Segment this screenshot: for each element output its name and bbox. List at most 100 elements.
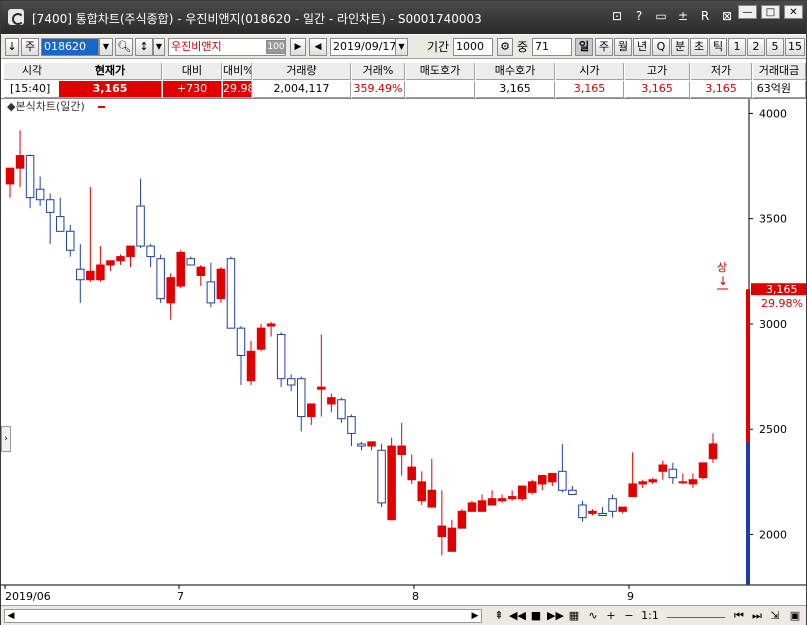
prev-button[interactable]: ◀ [309,38,327,56]
quote-value-turnover: 63억원 [753,81,806,98]
last-page-icon[interactable]: ⏭ [749,609,765,623]
chart-area[interactable]: 4000 3500 3000 2500 2000 2019/06 7 8 9 ◆본식차트(일간) 3… [1,99,806,606]
candle-body [527,481,537,493]
candle-body [166,277,175,304]
code-dropdown-icon[interactable]: ▼ [99,38,113,56]
scroll-left-icon[interactable]: ◀ [5,610,17,622]
candle-body [236,327,246,357]
candlestick-chart[interactable]: 4000 3500 3000 2500 2000 2019/06 7 8 9 ◆본식차트(일간) 3… [1,99,806,606]
date-dropdown-icon[interactable]: ▼ [395,38,408,56]
candle-body [15,155,25,169]
refresh-icon[interactable]: R [697,9,713,23]
horizontal-scrollbar[interactable]: ◀ ▶ [4,609,482,623]
app-window: [7400] 통합차트(주식종합) - 우진비앤지(018620 - 일간 - … [0,0,807,625]
candle-body [45,199,55,213]
candle-body [196,266,206,277]
candle-body [226,258,236,329]
market-type-button[interactable]: 주 [21,38,39,56]
ratio-label[interactable]: 1:1 [641,609,659,623]
cursor-icon[interactable]: ⇞ [491,609,507,623]
candle-body [126,245,135,258]
zoom-slider[interactable] [667,609,725,618]
candle-body [216,268,226,300]
next-button[interactable]: ▶ [290,38,306,56]
date-input[interactable]: 2019/09/17 [330,38,397,56]
maximize-button[interactable]: □ [761,5,780,19]
layout-icon[interactable]: ▦ [566,609,582,623]
pin-icon[interactable]: ⊡ [609,9,625,23]
export-icon[interactable]: ⇲ [767,609,783,623]
candle-body [156,258,165,300]
quote-value-high: 3,165 [625,81,690,98]
sort-icon[interactable]: ± [675,9,691,23]
interval-day-button[interactable]: 일 [575,38,593,56]
interval-week-button[interactable]: 주 [595,38,613,56]
zoom-in-icon[interactable]: + [603,609,619,623]
limit-up-arrow-icon: ↓ [718,274,728,288]
interval-quarter-button[interactable]: Q [652,38,670,56]
interval-15-button[interactable]: 15 [785,38,805,56]
interval-second-button[interactable]: 초 [690,38,708,56]
first-page-icon[interactable]: ⏮ [731,609,747,623]
help-icon[interactable]: ? [631,9,647,23]
sort-order-icon[interactable]: ↕ [135,38,153,56]
interval-5-button[interactable]: 5 [766,38,784,56]
search-icon[interactable]: 🔍︎ [115,38,133,56]
quote-value-bid: 3,165 [476,81,555,98]
candle-body [5,167,15,185]
settings-icon[interactable]: ⊠ [719,9,735,23]
candle-body [467,502,477,512]
candle-body [698,462,708,479]
minimize-button[interactable]: — [738,5,757,19]
quote-value-open: 3,165 [556,81,624,98]
candle-body [35,188,45,201]
chart-legend: ◆본식차트(일간) [7,99,85,113]
nav-down-button[interactable]: ↓ [5,38,19,56]
interval-2-button[interactable]: 2 [747,38,765,56]
candle-body [55,216,65,232]
legend-color-swatch [98,106,105,108]
candle-body [377,449,386,504]
interval-1-button[interactable]: 1 [728,38,746,56]
chart-settings-icon[interactable]: ▣ [787,609,803,623]
candle-body [437,525,447,538]
candle-body [347,416,356,434]
candle-body [578,504,587,519]
interval-tick-button[interactable]: 틱 [709,38,727,56]
quote-header-ask: 매도호가 [406,63,475,80]
interval-minute-button[interactable]: 분 [671,38,689,56]
stop-icon[interactable]: ■ [528,609,544,623]
quote-header-change-pct: 대비% [223,63,252,80]
title-bar[interactable]: [7400] 통합차트(주식종합) - 우진비앤지(018620 - 일간 - … [1,1,806,34]
count-label: 중 [517,40,529,54]
scroll-right-icon[interactable]: ▶ [469,610,481,622]
stock-code-input[interactable]: 018620 [41,38,99,56]
candle-body [276,333,286,380]
x-tick-label: 2019/06 [5,590,51,603]
y-tick-label: 3000 [759,318,787,331]
indicator-icon[interactable]: ∿ [585,609,601,623]
side-panel-toggle[interactable]: › [1,426,11,452]
quote-header-volume-pct: 거래% [352,63,405,80]
quote-header-low: 저가 [691,63,752,80]
candle-body [678,481,688,484]
period-input[interactable]: 1000 [453,38,493,56]
candle-body [256,327,266,350]
candle-body [136,205,145,247]
candle-body [397,445,406,455]
candle-body [447,527,457,552]
zoom-out-icon[interactable]: − [621,609,637,623]
close-button[interactable]: ✕ [784,5,803,19]
quote-value-volume: 2,004,117 [253,81,351,98]
settings-icon[interactable]: ⚙ [497,38,513,56]
window-icon[interactable]: ▭ [653,9,669,23]
interval-month-button[interactable]: 월 [614,38,632,56]
quantity-badge: 100 [266,40,286,54]
interval-year-button[interactable]: 년 [633,38,651,56]
candle-body [417,481,427,502]
count-input[interactable]: 71 [532,38,572,56]
rewind-icon[interactable]: ◀◀ [509,609,526,623]
sort-dropdown-icon[interactable]: ▼ [153,38,165,56]
candle-body [387,445,396,521]
forward-icon[interactable]: ▶▶ [547,609,564,623]
